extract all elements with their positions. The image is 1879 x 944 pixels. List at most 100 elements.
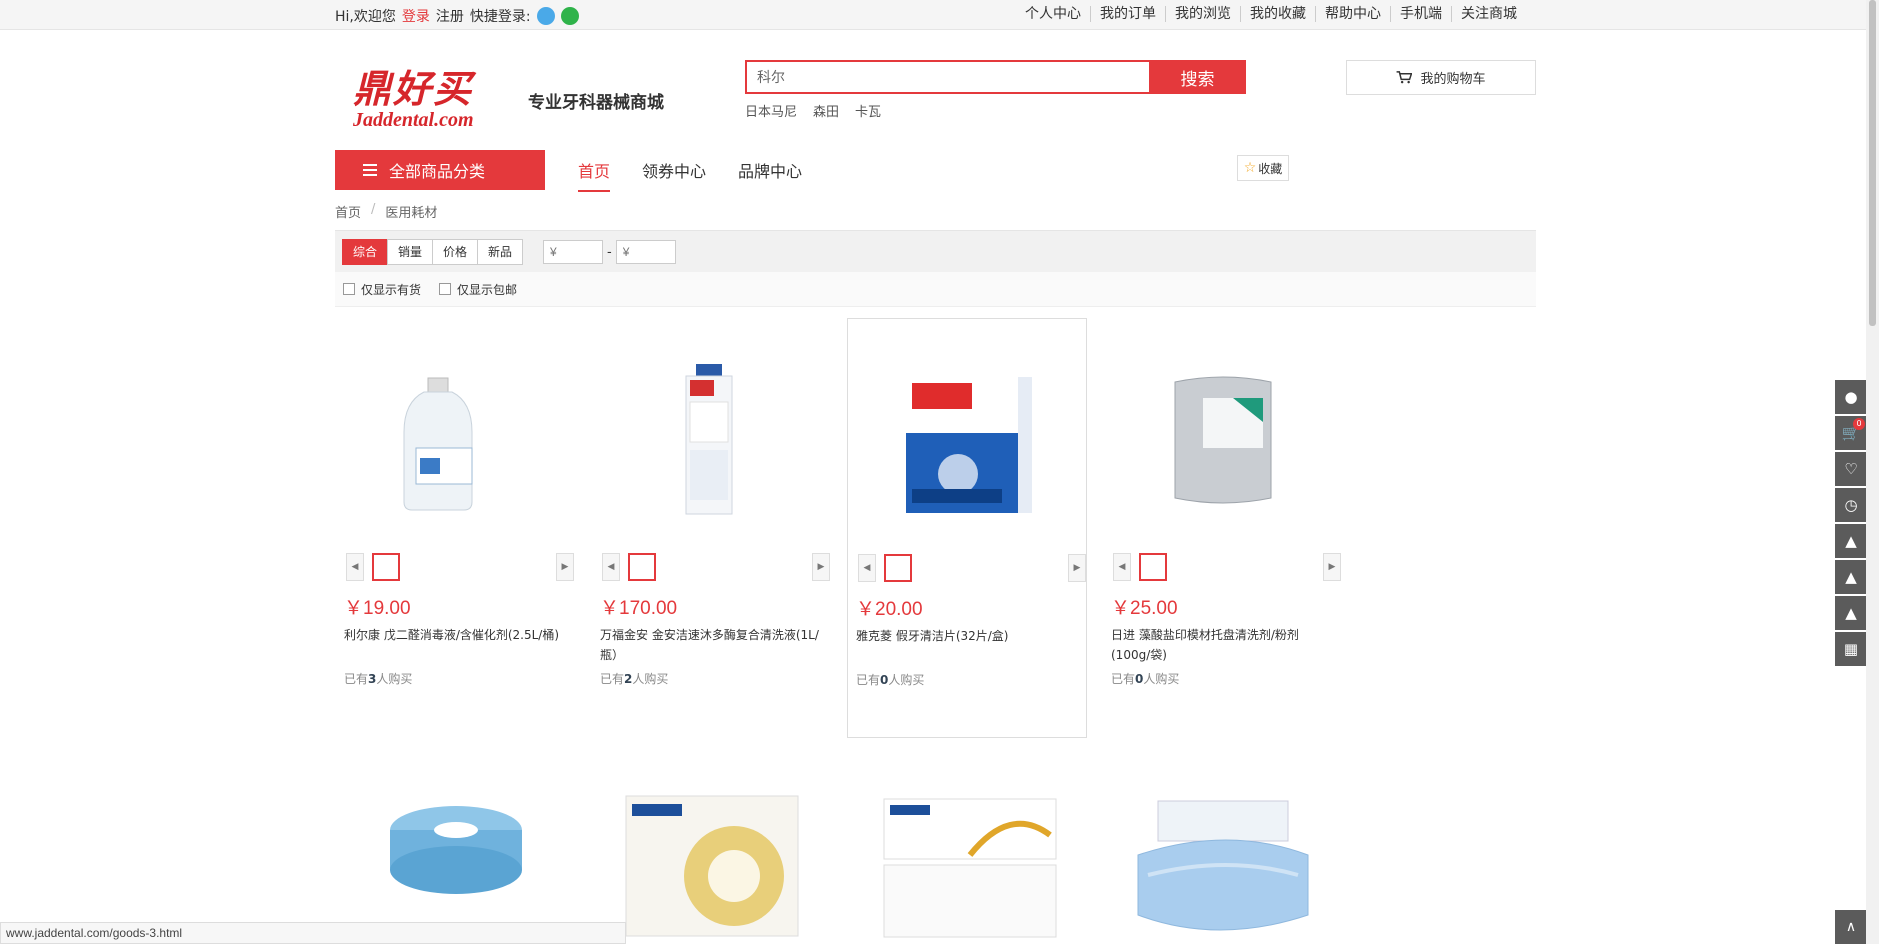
register-link[interactable]: 注册 [436, 6, 464, 26]
site-logo[interactable]: 鼎好买 Jaddental.com [353, 58, 483, 131]
sort-sales[interactable]: 销量 [387, 239, 434, 265]
link-my-orders[interactable]: 我的订单 [1090, 6, 1165, 22]
thumb-prev-icon[interactable]: ◀ [346, 553, 364, 581]
in-stock-label: 仅显示有货 [361, 282, 422, 297]
sold-prefix: 已有 [856, 673, 881, 687]
product-price: ￥20.00 [856, 599, 923, 620]
product-card[interactable]: ◀ ▶ ￥170.00 万福金安 金安洁速沐多酶复合清洗液(1L/瓶） 已有2人… [592, 318, 832, 738]
heart-icon[interactable]: ♡ [1835, 452, 1867, 486]
thumb-prev-icon[interactable]: ◀ [1113, 553, 1131, 581]
search-input[interactable] [745, 60, 1149, 94]
login-link[interactable]: 登录 [402, 6, 430, 26]
cart-icon[interactable]: 🛒 0 [1835, 416, 1867, 450]
cart-badge: 0 [1853, 418, 1865, 430]
thumb-prev-icon[interactable]: ◀ [858, 554, 876, 582]
product-name[interactable]: 万福金安 金安洁速沐多酶复合清洗液(1L/瓶） [600, 625, 825, 665]
link-help-center[interactable]: 帮助中心 [1315, 6, 1390, 22]
product-image[interactable] [622, 790, 802, 944]
sort-new[interactable]: 新品 [477, 239, 524, 265]
nav-coupon-center[interactable]: 领券中心 [642, 158, 706, 192]
thumbnail-strip: ◀ ▶ [602, 553, 830, 581]
favorite-label: 收藏 [1258, 161, 1283, 176]
top-bar: Hi,欢迎您 登录 注册 快捷登录: 个人中心 我的订单 我的浏览 我的收藏 帮… [0, 0, 1879, 30]
menu-icon [363, 164, 377, 176]
thumb-next-icon[interactable]: ▶ [1068, 554, 1086, 582]
product-image[interactable] [888, 359, 1048, 519]
thumb-next-icon[interactable]: ▶ [556, 553, 574, 581]
product-image[interactable] [1128, 795, 1318, 944]
back-to-top-button[interactable]: ∧ [1835, 910, 1867, 944]
price-min-input[interactable] [543, 240, 603, 264]
scrollbar[interactable] [1866, 0, 1879, 944]
thumbnail[interactable] [628, 553, 656, 581]
arrow-up-icon: ∧ [1845, 919, 1857, 935]
product-card[interactable]: ◀ ▶ ￥20.00 雅克菱 假牙清洁片(32片/盒) 已有0人购买 [847, 318, 1087, 738]
nav-brand-center[interactable]: 品牌中心 [738, 158, 802, 192]
qq-icon[interactable]: ▲ [1835, 596, 1867, 630]
thumb-next-icon[interactable]: ▶ [1323, 553, 1341, 581]
quick-login-label: 快捷登录: [469, 9, 531, 25]
star-icon: ☆ [1243, 160, 1257, 176]
sold-suffix: 人购买 [888, 673, 925, 687]
product-card[interactable]: ◀ ▶ ￥19.00 利尔康 戊二醛消毒液/含催化剂(2.5L/桶) 已有3人购… [336, 318, 576, 738]
qq-icon[interactable]: ▲ [1835, 524, 1867, 558]
product-card[interactable]: ◀ ▶ ￥25.00 日进 藻酸盐印模材托盘清洗剂/粉剂(100g/袋) 已有0… [1103, 318, 1343, 738]
thumbnail-strip: ◀ ▶ [1113, 553, 1341, 581]
thumbnail[interactable] [884, 554, 912, 582]
sort-default[interactable]: 综合 [342, 239, 389, 265]
free-shipping-checkbox[interactable] [439, 283, 452, 295]
clock-icon[interactable]: ◷ [1835, 488, 1867, 522]
in-stock-checkbox[interactable] [343, 283, 355, 295]
link-follow-mall[interactable]: 关注商城 [1451, 6, 1526, 22]
product-image[interactable] [1143, 358, 1303, 518]
product-name[interactable]: 日进 藻酸盐印模材托盘清洗剂/粉剂(100g/袋) [1111, 625, 1336, 665]
main-nav: 首页 领券中心 品牌中心 [578, 158, 802, 192]
qq-login-icon[interactable] [536, 7, 555, 25]
product-name[interactable]: 雅克菱 假牙清洁片(32片/盒) [856, 626, 1081, 646]
thumbnail-strip: ◀ ▶ [346, 553, 574, 581]
cart-button[interactable]: 我的购物车 [1346, 60, 1536, 95]
search-bar: 搜索 [745, 60, 1246, 94]
breadcrumb-home[interactable]: 首页 [335, 202, 361, 221]
thumb-next-icon[interactable]: ▶ [812, 553, 830, 581]
product-image[interactable] [376, 358, 536, 518]
scrollbar-thumb[interactable] [1869, 0, 1876, 326]
hotword-1[interactable]: 日本马尼 [745, 101, 797, 120]
top-bar-links: 个人中心 我的订单 我的浏览 我的收藏 帮助中心 手机端 关注商城 [1016, 6, 1526, 22]
product-price: ￥25.00 [1111, 598, 1178, 619]
sold-prefix: 已有 [1111, 672, 1136, 686]
cart-label: 我的购物车 [1420, 72, 1486, 87]
price-dash: - [607, 244, 612, 260]
free-shipping-label: 仅显示包邮 [457, 282, 518, 297]
link-my-history[interactable]: 我的浏览 [1165, 6, 1240, 22]
qrcode-icon[interactable]: ▦ [1835, 632, 1867, 666]
slogan: 专业牙科器械商城 [528, 93, 664, 113]
nav-home[interactable]: 首页 [578, 158, 611, 192]
price-max-input[interactable] [615, 240, 676, 264]
hotword-3[interactable]: 卡瓦 [855, 101, 881, 120]
side-toolbar: ● 🛒 0 ♡ ◷ ▲ ▲ ▲ ▦ [1835, 380, 1867, 668]
product-sold: 已有3人购买 [344, 670, 412, 687]
hotword-2[interactable]: 森田 [813, 101, 839, 120]
wechat-login-icon[interactable] [560, 7, 579, 25]
favorite-button[interactable]: ☆ 收藏 [1237, 155, 1289, 181]
link-my-favorites[interactable]: 我的收藏 [1240, 6, 1315, 22]
thumbnail[interactable] [372, 553, 400, 581]
all-categories-button[interactable]: 全部商品分类 [335, 150, 545, 190]
thumb-prev-icon[interactable]: ◀ [602, 553, 620, 581]
user-icon[interactable]: ● [1835, 380, 1867, 414]
sort-price[interactable]: 价格 [432, 239, 479, 265]
sort-options: 综合 销量 价格 新品 [342, 239, 524, 265]
product-image[interactable] [880, 795, 1060, 944]
all-categories-label: 全部商品分类 [389, 162, 486, 181]
thumbnail[interactable] [1139, 553, 1167, 581]
logo-english: Jaddental.com [353, 109, 474, 131]
product-name[interactable]: 利尔康 戊二醛消毒液/含催化剂(2.5L/桶) [344, 625, 569, 645]
link-personal-center[interactable]: 个人中心 [1016, 6, 1090, 22]
breadcrumb-separator: / [371, 202, 376, 217]
qq-icon[interactable]: ▲ [1835, 560, 1867, 594]
sold-suffix: 人购买 [376, 672, 413, 686]
search-button[interactable]: 搜索 [1149, 60, 1246, 94]
link-mobile[interactable]: 手机端 [1390, 6, 1451, 22]
product-image[interactable] [632, 358, 792, 518]
